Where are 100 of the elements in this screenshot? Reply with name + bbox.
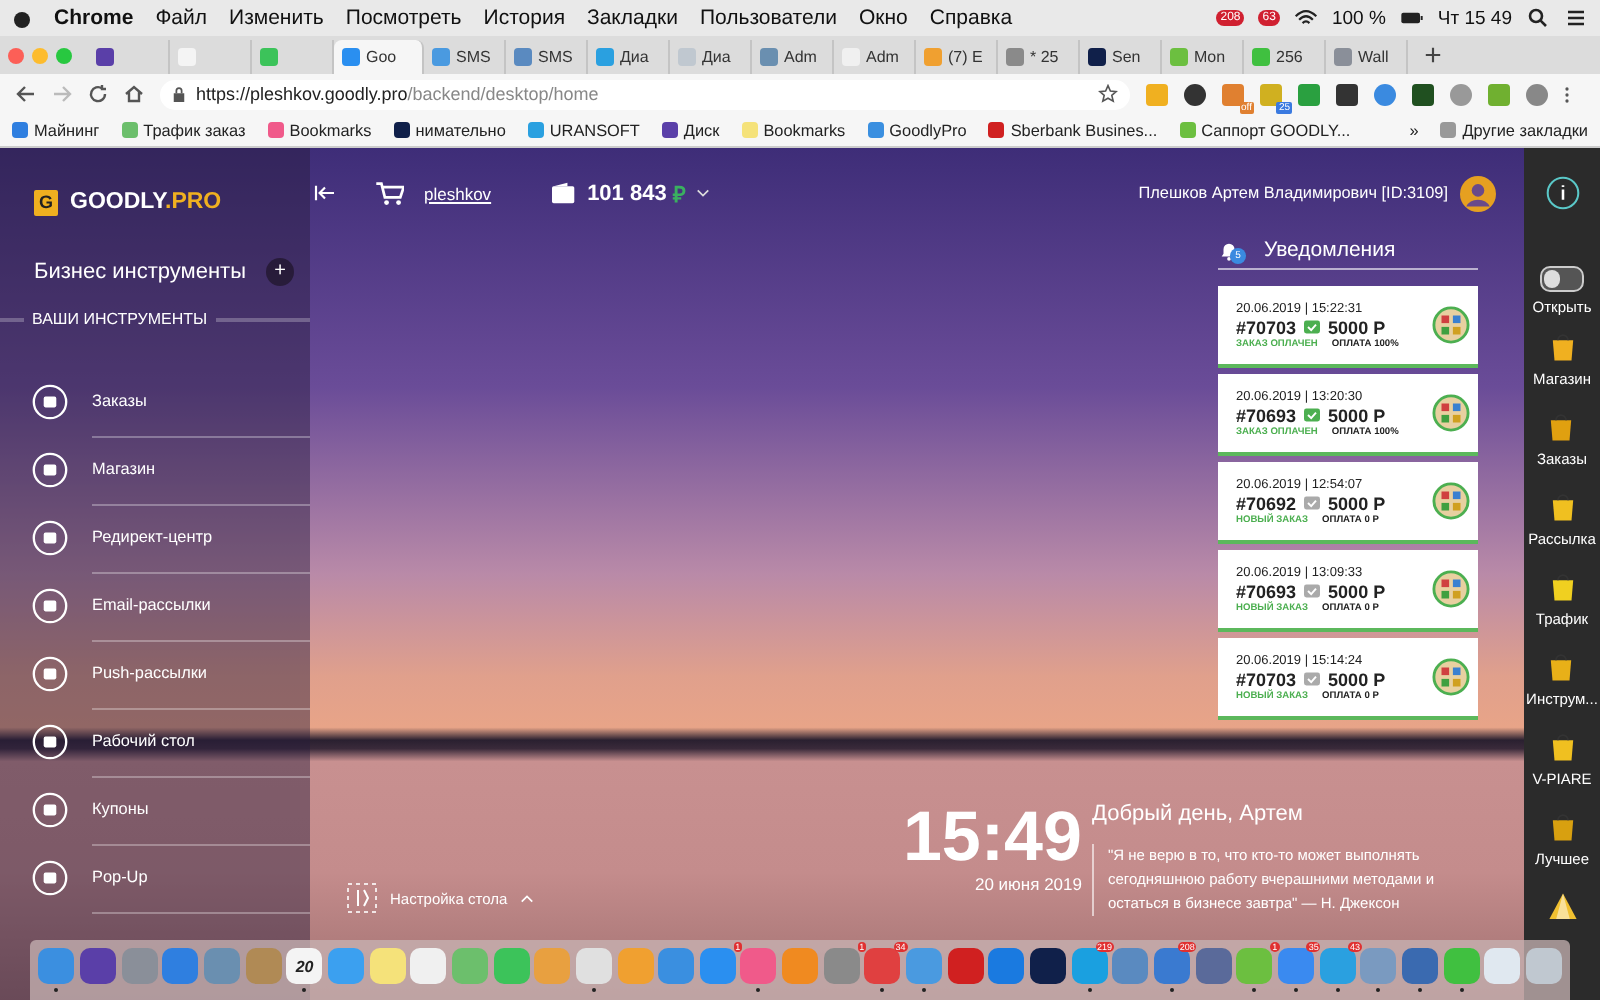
extension-icon[interactable] (1412, 83, 1434, 105)
sidebar-item[interactable]: Магазин (0, 436, 310, 504)
extension-icon[interactable] (1336, 83, 1358, 105)
menu-item[interactable]: Пользователи (699, 6, 837, 30)
favicon-icon (661, 122, 678, 138)
section-heading: ВАШИ ИНСТРУМЕНТЫ (32, 310, 208, 328)
toggle-switch[interactable] (1540, 266, 1584, 292)
bookmark-link[interactable]: Диск (661, 121, 720, 139)
favicon-icon (867, 122, 884, 138)
order-amount: 5000 Р (1328, 669, 1386, 689)
favicon-icon (178, 48, 196, 66)
new-tab-icon[interactable] (1424, 46, 1442, 64)
order-number: #70693 (1236, 405, 1297, 425)
bookmark-link[interactable]: URANSOFT (527, 121, 640, 139)
product-thumbnail-icon (1432, 570, 1470, 608)
circle-icon (32, 588, 68, 624)
circle-icon (32, 860, 68, 896)
favicon-icon (1334, 48, 1352, 66)
back-arrow-icon[interactable] (16, 84, 36, 104)
menu-item[interactable]: Закладки (587, 6, 678, 30)
zoom-window-button[interactable] (56, 47, 72, 63)
order-number: #70693 (1236, 581, 1297, 601)
greeting-text: Добрый день, Артем (1092, 802, 1305, 826)
favicon-icon (342, 48, 360, 66)
battery-icon[interactable] (1399, 8, 1424, 28)
home-icon[interactable] (124, 84, 144, 104)
favicon-icon (988, 122, 1005, 138)
star-icon[interactable] (1098, 84, 1118, 104)
product-thumbnail-icon (1432, 658, 1470, 696)
menu-clock[interactable]: Чт 15 49 (1437, 7, 1512, 29)
pyramid-icon[interactable] (1545, 890, 1579, 924)
sidebar-item[interactable]: Email-рассылки (0, 572, 310, 640)
clock-date: 20 июня 2019 (974, 874, 1082, 894)
collapse-icon[interactable] (314, 184, 336, 202)
bookmark-link[interactable]: Bookmarks (741, 121, 846, 139)
favicon-icon (432, 48, 450, 66)
bookmark-link[interactable]: Трафик заказ (121, 121, 246, 139)
menu-icon[interactable] (1564, 83, 1570, 105)
apple-icon[interactable] (12, 7, 32, 29)
menu-item[interactable]: Справка (929, 6, 1013, 30)
circle-icon (32, 792, 68, 828)
circle-icon (32, 452, 68, 488)
bookmark-link[interactable]: GoodlyPro (867, 121, 967, 139)
sidebar-item[interactable]: Редирект-центр (0, 504, 310, 572)
search-icon[interactable] (1526, 8, 1550, 28)
order-number: #70692 (1236, 493, 1297, 513)
menu-item[interactable]: Файл (155, 6, 208, 30)
product-thumbnail-icon (1432, 306, 1470, 344)
favicon-icon (1088, 48, 1106, 66)
favicon-icon (96, 48, 114, 66)
list-icon[interactable] (1564, 8, 1588, 28)
currency-sign: ₽ (672, 182, 685, 208)
circle-icon (32, 656, 68, 692)
circle-icon (32, 384, 68, 420)
forward-arrow-icon[interactable] (52, 84, 72, 104)
extension-icon[interactable] (1184, 83, 1206, 105)
battery-percent: 100 % (1331, 7, 1386, 29)
sidebar-item[interactable]: Pop-Up (0, 844, 310, 912)
circle-icon (32, 724, 68, 760)
reload-icon[interactable] (88, 84, 108, 104)
caret-icon[interactable] (696, 188, 711, 198)
sidebar-item[interactable]: Купоны (0, 776, 310, 844)
menu-item[interactable]: Окно (859, 6, 908, 30)
favicon-icon (678, 48, 696, 66)
user-name: Плешков Артем Владимирович [ID:3109] (1138, 184, 1448, 202)
clock-time: 15:49 (902, 802, 1082, 874)
favicon-icon (260, 48, 278, 66)
favicon-icon (514, 48, 532, 66)
bookmark-link[interactable]: Sberbank Busines... (988, 121, 1158, 139)
sidebar-item[interactable]: Push-рассылки (0, 640, 310, 708)
address-field[interactable]: https://pleshkov.goodly.pro/backend/desktop/home (160, 79, 1130, 109)
circle-icon (32, 520, 68, 556)
sidebar-item[interactable]: Заказы (0, 368, 310, 436)
menu-item[interactable]: Chrome (54, 6, 134, 30)
favicon-icon (393, 122, 410, 138)
username-link[interactable]: pleshkov (424, 183, 492, 203)
wifi-icon[interactable] (1293, 8, 1318, 28)
cart-icon[interactable] (376, 181, 404, 205)
bookmark-link[interactable]: Саппорт GOODLY... (1179, 121, 1351, 139)
lock-icon (172, 85, 186, 103)
bookmark-link[interactable]: нимательно (393, 121, 506, 139)
favicon-icon (760, 48, 778, 66)
minimize-window-button[interactable] (32, 47, 48, 63)
sidebar-item[interactable]: Рабочий стол (0, 708, 310, 776)
more-bookmarks-button[interactable]: » (1409, 121, 1419, 139)
browser-tab[interactable]: Goo (334, 40, 424, 74)
favicon-icon (1170, 48, 1188, 66)
close-window-button[interactable] (8, 47, 24, 63)
wallet-icon (551, 182, 576, 204)
bookmark-link[interactable]: Майнинг (12, 121, 100, 139)
info-icon[interactable] (1545, 176, 1579, 210)
avatar-icon[interactable] (1526, 83, 1548, 105)
order-amount: 5000 Р (1328, 405, 1386, 425)
bookmark-link[interactable]: Bookmarks (267, 121, 372, 139)
menu-item[interactable]: Изменить (229, 6, 324, 30)
bookmark-folder[interactable]: Другие закладки (1440, 121, 1588, 139)
menu-item[interactable]: История (483, 6, 565, 30)
favicon-icon (1006, 48, 1024, 66)
avatar-icon[interactable] (1460, 175, 1496, 211)
menu-item[interactable]: Посмотреть (345, 6, 462, 30)
